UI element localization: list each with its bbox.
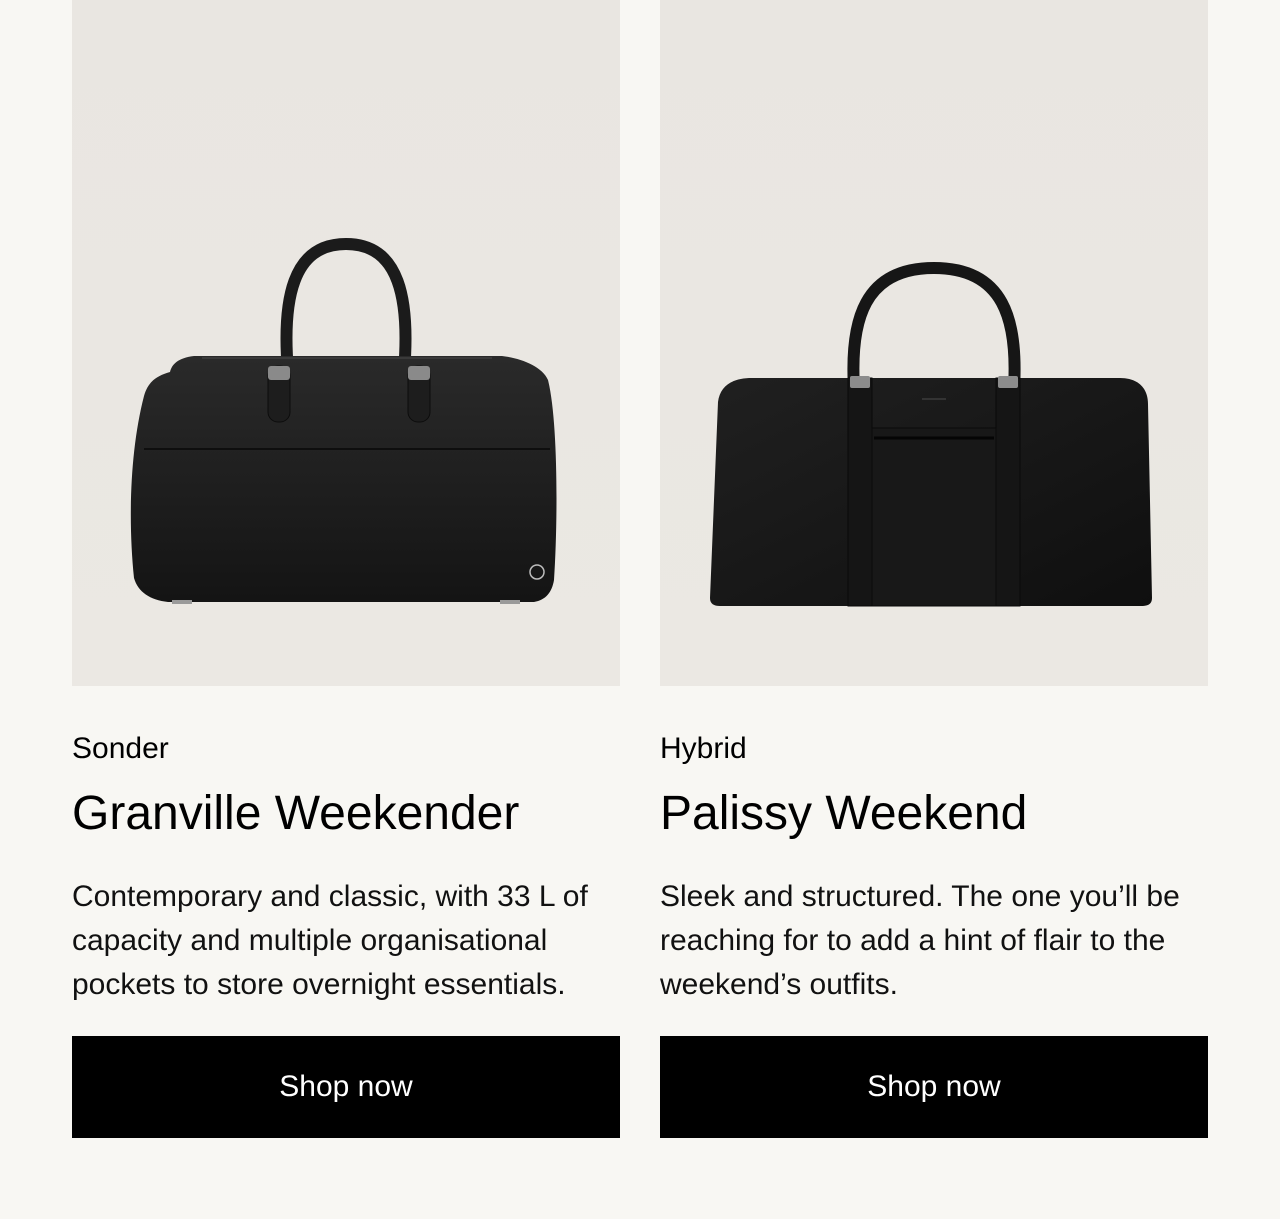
product-image-palissy-weekend[interactable] (660, 0, 1208, 686)
product-title[interactable]: Granville Weekender (72, 785, 519, 843)
product-category: Hybrid (660, 732, 747, 765)
product-grid: Sonder Granville Weekender Contemporary … (72, 0, 1208, 1138)
shop-now-button[interactable]: Shop now (72, 1036, 620, 1138)
product-description: Contemporary and classic, with 33 L of c… (72, 880, 588, 1001)
product-card-granville: Sonder Granville Weekender Contemporary … (72, 0, 620, 1138)
product-card-palissy: Hybrid Palissy Weekend Sleek and structu… (660, 0, 1208, 1138)
product-title[interactable]: Palissy Weekend (660, 785, 1027, 843)
product-image-granville-weekender[interactable] (72, 0, 620, 686)
product-category: Sonder (72, 732, 169, 765)
product-description: Sleek and structured. The one you’ll be … (660, 880, 1180, 1001)
shop-now-button[interactable]: Shop now (660, 1036, 1208, 1138)
